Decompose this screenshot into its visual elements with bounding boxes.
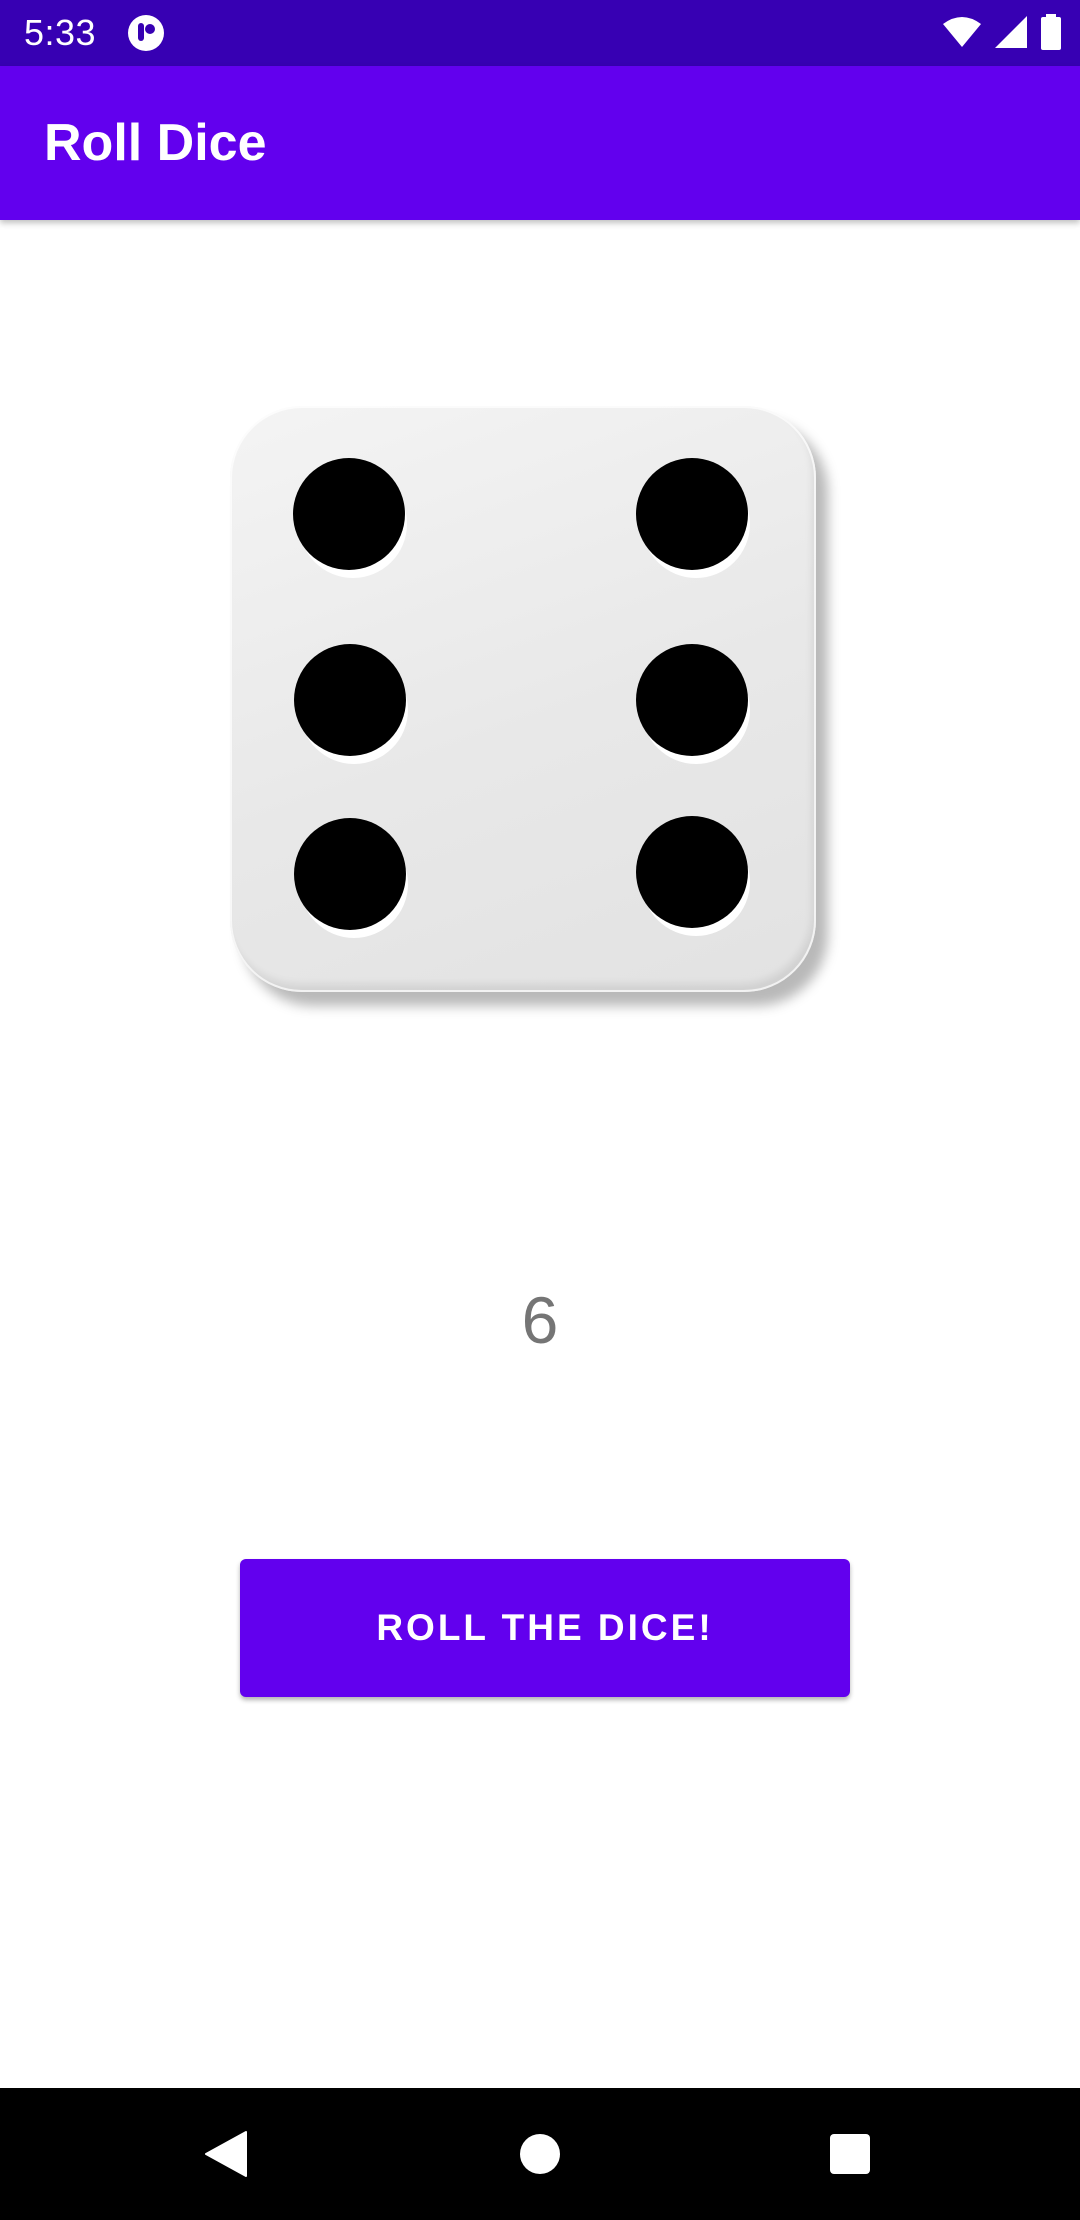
home-icon[interactable] — [494, 2108, 586, 2200]
roll-dice-button[interactable]: ROLL THE DICE! — [240, 1559, 850, 1697]
dice-pip — [294, 644, 406, 756]
dice-six-icon — [230, 406, 816, 992]
dice-pip — [636, 644, 748, 756]
status-time: 5:33 — [24, 12, 97, 53]
dice-pip — [294, 818, 406, 930]
dice-pip — [636, 816, 748, 928]
status-icons — [942, 13, 1062, 55]
battery-icon — [1040, 13, 1062, 55]
back-icon[interactable] — [180, 2108, 272, 2200]
dice-pip — [636, 458, 748, 570]
dice-image — [228, 404, 848, 1014]
app-bar: Roll Dice — [0, 66, 1080, 220]
navigation-bar — [0, 2088, 1080, 2220]
notification-app-icon — [127, 14, 165, 52]
recents-icon[interactable] — [804, 2108, 896, 2200]
dice-pip — [293, 458, 405, 570]
status-bar: 5:33 — [0, 0, 1080, 66]
wifi-icon — [942, 16, 982, 53]
result-text: 6 — [521, 1283, 559, 1357]
app-title: Roll Dice — [44, 114, 267, 172]
signal-icon — [994, 15, 1028, 54]
